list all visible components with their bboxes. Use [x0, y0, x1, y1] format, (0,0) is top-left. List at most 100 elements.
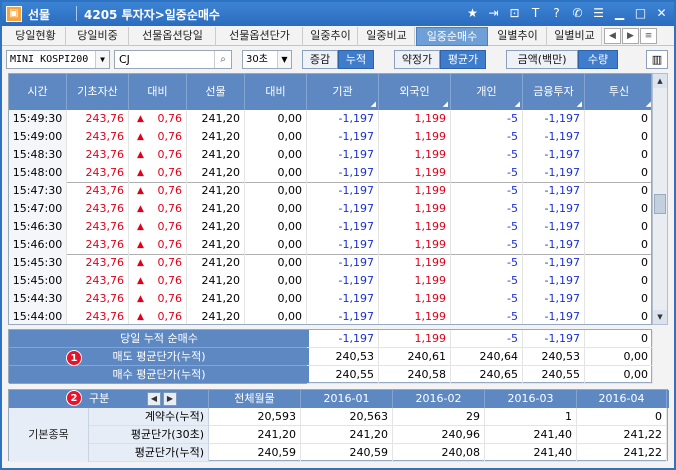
tab-intraday-net-buy[interactable]: 일중순매수	[416, 27, 488, 46]
scroll-down-icon[interactable]: ▼	[653, 310, 667, 324]
col-header-futures-change[interactable]: 대비	[245, 74, 307, 110]
monthly-row-label: 평균단가(누적)	[89, 444, 209, 462]
tab-daily-ratio[interactable]: 당일비중	[67, 27, 129, 46]
cell-foreign: 1,199	[379, 110, 451, 128]
cell-futures-change: 0,00	[245, 164, 307, 182]
cell-change: 0,76 ▲	[129, 128, 187, 146]
cell-individual: -5	[451, 254, 523, 272]
cell-underlying: 243,76	[67, 236, 129, 254]
code-input-value: CJ	[119, 53, 130, 66]
chart-icon[interactable]: ▥	[646, 50, 668, 69]
export-icon[interactable]: ⇥	[485, 5, 502, 22]
col-header-time[interactable]: 시간	[9, 74, 67, 110]
minimize-icon[interactable]: ▁	[611, 5, 628, 22]
col-header-investment-trust[interactable]: 투신 ◢	[585, 74, 651, 110]
star-icon[interactable]: ★	[464, 5, 481, 22]
col-header-change[interactable]: 대비	[129, 74, 187, 110]
phone-icon[interactable]: ✆	[569, 5, 586, 22]
cell-time: 15:49:00	[9, 128, 67, 146]
monthly-cell: 0	[577, 408, 667, 426]
table-row[interactable]: 15:49:30 243,76 0,76 ▲ 241,20 0,00 -1,197 1,199…	[9, 110, 651, 128]
chevron-down-icon: ▼	[277, 51, 291, 68]
tab-futures-options-price[interactable]: 선물옵션단가	[217, 27, 303, 46]
monthly-header-label: 구분	[89, 392, 110, 405]
table-row[interactable]: 15:48:30 243,76 0,76 ▲ 241,20 0,00 -1,197 1,199…	[9, 146, 651, 164]
col-header-foreign[interactable]: 외국인 ◢	[379, 74, 451, 110]
scroll-up-icon[interactable]: ▲	[653, 74, 667, 88]
text-icon[interactable]: T	[527, 5, 544, 22]
unit-quantity-toggle[interactable]: 수량	[578, 50, 618, 69]
col-header-underlying[interactable]: 기초자산	[67, 74, 129, 110]
price-contract-toggle[interactable]: 약정가	[394, 50, 440, 69]
cell-trust: 0	[585, 236, 651, 254]
search-icon[interactable]: ⌕	[214, 51, 231, 68]
col-header-futures[interactable]: 선물	[187, 74, 245, 110]
summary-cell: 240,53	[523, 348, 585, 366]
summary-row: 매도 평균단가(누적) 240,53 240,61 240,64 240,53 0,00	[9, 348, 653, 366]
cell-individual: -5	[451, 110, 523, 128]
up-arrow-icon: ▲	[137, 312, 144, 322]
cell-trust: 0	[585, 308, 651, 324]
cell-underlying: 243,76	[67, 218, 129, 236]
help-icon[interactable]: ?	[548, 5, 565, 22]
table-row[interactable]: 15:47:30 243,76 0,76 ▲ 241,20 0,00 -1,197 1,199…	[9, 182, 651, 200]
code-input[interactable]: CJ ⌕	[114, 50, 232, 69]
table-row[interactable]: 15:46:00 243,76 0,76 ▲ 241,20 0,00 -1,197 1,199…	[9, 236, 651, 254]
table-row[interactable]: 15:45:00 243,76 0,76 ▲ 241,20 0,00 -1,197 1,199…	[9, 272, 651, 290]
cell-foreign: 1,199	[379, 200, 451, 218]
up-arrow-icon: ▲	[137, 258, 144, 268]
close-icon[interactable]: ✕	[653, 5, 670, 22]
mode-change-toggle[interactable]: 증감	[302, 50, 338, 69]
monthly-col-header[interactable]: 2016-03	[485, 390, 577, 408]
cell-time: 15:45:30	[9, 254, 67, 272]
maximize-icon[interactable]: □	[632, 5, 649, 22]
cell-individual: -5	[451, 290, 523, 308]
cell-underlying: 243,76	[67, 146, 129, 164]
scroll-thumb[interactable]	[654, 194, 666, 214]
monthly-col-header[interactable]: 2016-01	[301, 390, 393, 408]
monthly-col-header[interactable]: 2016-02	[393, 390, 485, 408]
table-row[interactable]: 15:46:30 243,76 0,76 ▲ 241,20 0,00 -1,197 1,199…	[9, 218, 651, 236]
unit-amount-toggle[interactable]: 금액(백만)	[506, 50, 578, 69]
tab-daily-trend[interactable]: 일별추이	[489, 27, 547, 46]
summary-cell: 240,55	[523, 366, 585, 384]
table-row[interactable]: 15:48:00 243,76 0,76 ▲ 241,20 0,00 -1,197 1,199…	[9, 164, 651, 182]
monthly-col-header[interactable]: 전체월물	[209, 390, 301, 408]
tab-intraday-trend[interactable]: 일중추이	[304, 27, 358, 46]
grid-scrollbar[interactable]: ▲ ▼	[652, 73, 668, 325]
price-average-toggle[interactable]: 평균가	[440, 50, 486, 69]
monthly-next-icon[interactable]: ▶	[163, 392, 177, 406]
title-divider	[76, 6, 77, 21]
mode-cumulative-toggle[interactable]: 누적	[338, 50, 374, 69]
cell-financial: -1,197	[523, 110, 585, 128]
cell-financial: -1,197	[523, 164, 585, 182]
cell-individual: -5	[451, 146, 523, 164]
tab-futures-options-daily[interactable]: 선물옵션당일	[130, 27, 216, 46]
monthly-cell: 240,59	[301, 444, 393, 462]
product-select[interactable]: MINI KOSPI200 ▼	[6, 50, 110, 69]
table-row[interactable]: 15:47:00 243,76 0,76 ▲ 241,20 0,00 -1,197 1,199…	[9, 200, 651, 218]
monthly-col-header[interactable]: 2016-04	[577, 390, 667, 408]
table-row[interactable]: 15:45:30 243,76 0,76 ▲ 241,20 0,00 -1,197 1,199…	[9, 254, 651, 272]
menu-icon[interactable]: ☰	[590, 5, 607, 22]
tab-daily-status[interactable]: 당일현황	[6, 27, 66, 46]
table-row[interactable]: 15:49:00 243,76 0,76 ▲ 241,20 0,00 -1,197 1,199…	[9, 128, 651, 146]
cell-trust: 0	[585, 146, 651, 164]
tab-daily-compare[interactable]: 일별비교	[548, 27, 602, 46]
table-row[interactable]: 15:44:00 243,76 0,76 ▲ 241,20 0,00 -1,197 1,199…	[9, 308, 651, 324]
interval-select[interactable]: 30초 ▼	[242, 50, 292, 69]
lock-icon[interactable]: ⊡	[506, 5, 523, 22]
col-header-individual[interactable]: 개인 ◢	[451, 74, 523, 110]
monthly-cell: 241,20	[301, 426, 393, 444]
tab-intraday-compare[interactable]: 일중비교	[359, 27, 415, 46]
cell-institution: -1,197	[307, 272, 379, 290]
tab-prev-button[interactable]: ◀	[604, 28, 621, 44]
tab-next-button[interactable]: ▶	[622, 28, 639, 44]
summary-cell: 240,58	[379, 366, 451, 384]
col-header-financial-investment[interactable]: 금융투자 ◢	[523, 74, 585, 110]
cell-futures: 241,20	[187, 290, 245, 308]
col-header-institution[interactable]: 기관 ◢	[307, 74, 379, 110]
tab-list-button[interactable]: ≡	[640, 28, 657, 44]
monthly-prev-icon[interactable]: ◀	[147, 392, 161, 406]
table-row[interactable]: 15:44:30 243,76 0,76 ▲ 241,20 0,00 -1,197 1,199…	[9, 290, 651, 308]
